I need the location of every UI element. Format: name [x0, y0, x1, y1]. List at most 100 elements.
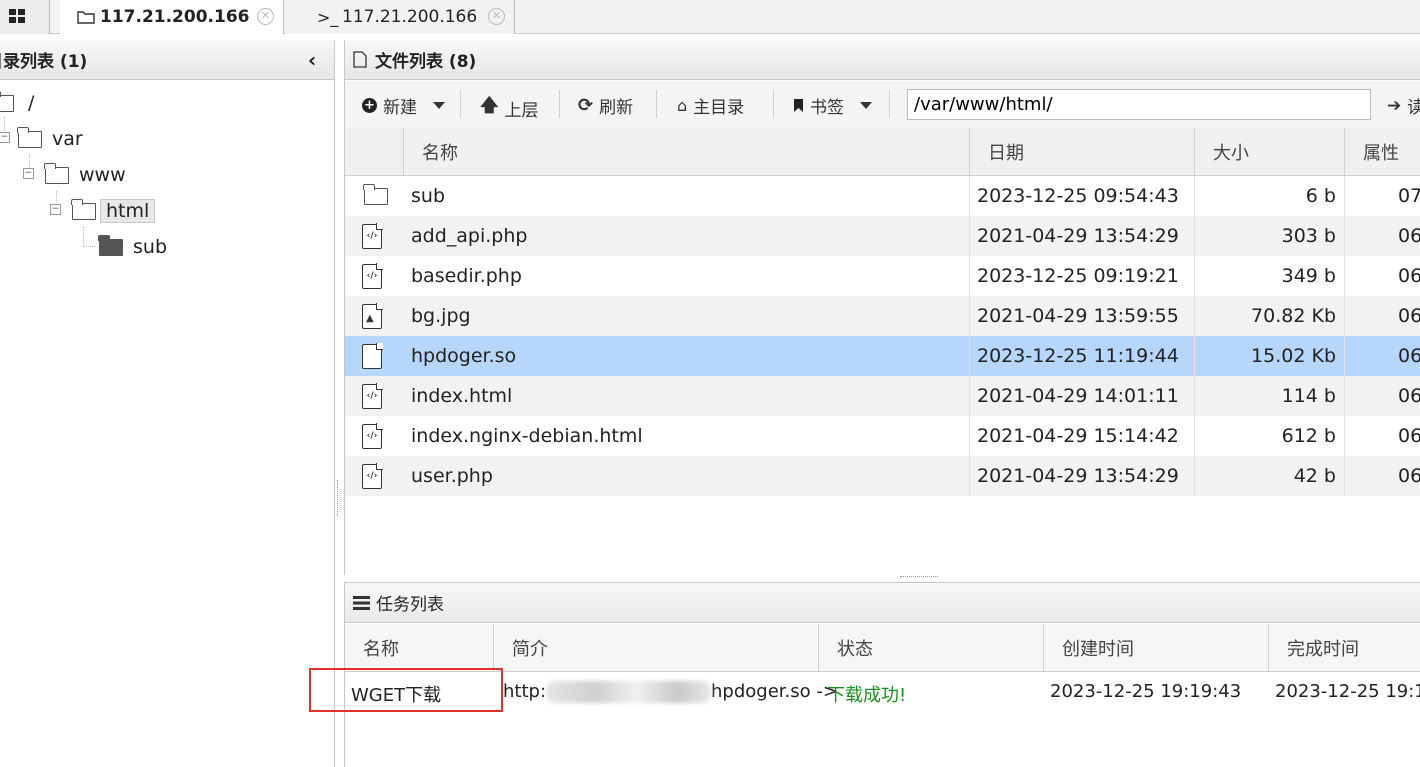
file-icon-cell: ‹/›: [362, 216, 402, 256]
file-row[interactable]: hpdoger.so 2023-12-25 11:19:44 15.02 Kb 06: [345, 336, 1420, 376]
tree-item-label: var: [52, 128, 83, 150]
task-desc: http: hpdoger.so ->: [503, 681, 838, 703]
tab-file-manager[interactable]: 117.21.200.166 ✕: [60, 0, 284, 34]
close-icon[interactable]: ✕: [488, 8, 505, 25]
collapse-toggle-icon[interactable]: −: [50, 204, 61, 215]
task-column-desc[interactable]: 简介: [494, 624, 819, 672]
tree-item-html[interactable]: html: [71, 196, 156, 226]
bookmark-button[interactable]: 书签: [793, 93, 872, 118]
bookmark-icon: [794, 99, 803, 112]
grid-menu-button[interactable]: [0, 0, 50, 34]
task-table-header: 名称 简介 状态 创建时间 完成时间: [345, 624, 1420, 672]
directory-panel-header: 目录列表 (1) ‹: [0, 40, 334, 80]
task-panel: 任务列表 名称 简介 状态 创建时间 完成时间 WGET下载 http: hpdo…: [344, 582, 1420, 767]
header-label: 创建时间: [1062, 639, 1134, 660]
file-size: 42 b: [1194, 456, 1344, 496]
terminal-icon: >_: [317, 7, 339, 27]
new-button[interactable]: + 新建: [362, 93, 445, 118]
tree-item-www[interactable]: www: [44, 160, 126, 190]
file-date: 2021-04-29 13:54:29: [969, 216, 1194, 256]
file-row[interactable]: ‹/› basedir.php 2023-12-25 09:19:21 349 b 06: [345, 256, 1420, 296]
redacted-blur: [546, 681, 712, 703]
arrow-right-icon: ➔: [1387, 95, 1402, 116]
file-name: index.nginx-debian.html: [411, 425, 643, 447]
directory-panel: 目录列表 (1) ‹ / − var − www − html sub: [0, 40, 335, 767]
file-panel-header: 文件列表 (8): [345, 40, 1420, 80]
file-row[interactable]: ‹/› user.php 2021-04-29 13:54:29 42 b 06: [345, 456, 1420, 496]
header-label: 属性: [1363, 143, 1399, 164]
toolbar-divider: [889, 90, 890, 118]
file-size: 70.82 Kb: [1194, 296, 1344, 336]
file-attr: 06: [1344, 336, 1420, 376]
task-column-name[interactable]: 名称: [345, 624, 494, 672]
home-button[interactable]: ⌂ 主目录: [677, 93, 744, 118]
column-name-header[interactable]: 名称: [403, 128, 969, 176]
column-size-header[interactable]: 大小: [1194, 128, 1344, 176]
caret-down-icon: [433, 102, 445, 109]
file-icon-cell: [362, 336, 402, 376]
tree-item-sub[interactable]: sub: [98, 232, 167, 262]
file-attr: 06: [1344, 216, 1420, 256]
tree-line: [83, 227, 95, 247]
highlight-box: [309, 668, 503, 712]
splitter-handle[interactable]: [900, 576, 938, 579]
file-row[interactable]: ‹/› add_api.php 2021-04-29 13:54:29 303 b 06: [345, 216, 1420, 256]
tree-item-label: /: [28, 92, 35, 114]
collapse-toggle-icon[interactable]: −: [23, 168, 34, 179]
file-row[interactable]: ‹/› index.nginx-debian.html 2021-04-29 15:…: [345, 416, 1420, 456]
file-attr: 06: [1344, 456, 1420, 496]
up-button[interactable]: 🡅 上层: [480, 93, 539, 123]
collapse-toggle-icon[interactable]: −: [0, 132, 10, 143]
toolbar-divider: [559, 90, 560, 118]
splitter-handle[interactable]: [337, 480, 340, 516]
tree-item-label: www: [79, 164, 126, 186]
file-row[interactable]: sub 2023-12-25 09:54:43 6 b 07: [345, 176, 1420, 216]
file-size: 114 b: [1194, 376, 1344, 416]
file-date: 2023-12-25 09:54:43: [969, 176, 1194, 216]
read-button[interactable]: ➔ 读: [1387, 93, 1420, 119]
task-column-status[interactable]: 状态: [819, 624, 1044, 672]
file-date: 2021-04-29 14:01:11: [969, 376, 1194, 416]
file-name: user.php: [411, 465, 493, 487]
file-name: hpdoger.so: [411, 345, 517, 367]
plus-circle-icon: +: [362, 98, 377, 113]
task-list-icon: [353, 596, 370, 610]
file-date: 2021-04-29 15:14:42: [969, 416, 1194, 456]
file-attr: 06: [1344, 256, 1420, 296]
image-file-icon: ▲: [362, 302, 383, 329]
file-attr: 06: [1344, 416, 1420, 456]
file-name: basedir.php: [411, 265, 522, 287]
column-attr-header[interactable]: 属性: [1344, 128, 1420, 176]
header-label: 完成时间: [1287, 639, 1359, 660]
tab-terminal[interactable]: >_ 117.21.200.166 ✕: [285, 0, 515, 34]
file-panel: 文件列表 (8) + 新建 🡅 上层 ⟳ 刷新 ⌂ 主目录 书签 ➔ 读 名称 …: [344, 40, 1420, 575]
close-icon[interactable]: ✕: [257, 8, 274, 25]
file-row[interactable]: ▲ bg.jpg 2021-04-29 13:59:55 70.82 Kb 06: [345, 296, 1420, 336]
read-button-label: 读: [1407, 98, 1420, 118]
blank-file-icon: [362, 342, 383, 369]
file-name: add_api.php: [411, 225, 528, 247]
refresh-button-label: 刷新: [599, 98, 634, 118]
file-panel-title: 文件列表 (8): [375, 52, 477, 72]
collapse-chevron-icon[interactable]: ‹: [308, 48, 316, 72]
folder-icon: [71, 198, 96, 220]
refresh-button[interactable]: ⟳ 刷新: [578, 93, 633, 118]
task-column-created[interactable]: 创建时间: [1044, 624, 1269, 672]
toolbar-divider: [773, 90, 774, 118]
header-label: 日期: [988, 143, 1024, 164]
arrow-up-icon: 🡅: [480, 95, 499, 116]
task-column-finished[interactable]: 完成时间: [1269, 624, 1420, 672]
tab-label: 117.21.200.166: [100, 7, 250, 27]
file-date: 2021-04-29 13:59:55: [969, 296, 1194, 336]
file-name: bg.jpg: [411, 305, 471, 327]
file-icon-cell: ▲: [362, 296, 402, 336]
tree-item-var[interactable]: var: [17, 124, 83, 154]
file-icon-cell: [362, 176, 402, 216]
header-label: 大小: [1213, 143, 1249, 164]
file-row[interactable]: ‹/› index.html 2021-04-29 14:01:11 114 b 06: [345, 376, 1420, 416]
file-name: sub: [411, 185, 446, 207]
column-date-header[interactable]: 日期: [969, 128, 1194, 176]
tree-item-root[interactable]: /: [0, 88, 34, 118]
path-input[interactable]: [907, 89, 1371, 120]
folder-icon: [77, 11, 95, 24]
